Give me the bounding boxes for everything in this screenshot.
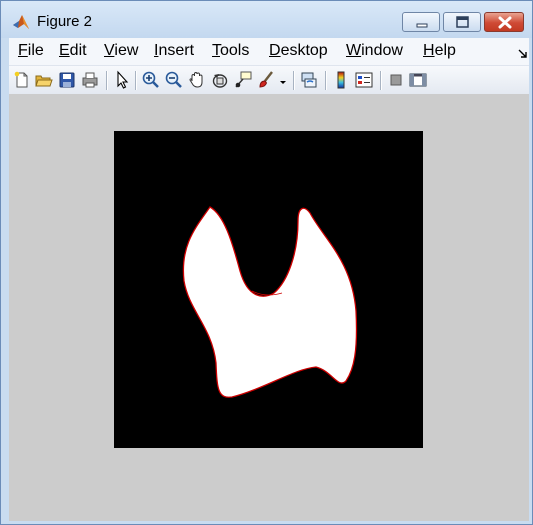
menu-view[interactable]: View xyxy=(104,42,138,60)
figure-canvas[interactable] xyxy=(9,94,529,521)
window-title: Figure 2 xyxy=(37,13,93,30)
figure-window: Figure 2 File Edit View Insert Tools Des… xyxy=(0,0,533,525)
menu-help[interactable]: Help xyxy=(423,42,456,60)
insert-legend-icon[interactable] xyxy=(354,70,374,90)
dock-arrow-icon[interactable] xyxy=(518,45,528,58)
pan-icon[interactable] xyxy=(187,70,207,90)
open-file-icon[interactable] xyxy=(34,70,54,90)
toolbar-separator xyxy=(106,71,107,90)
rotate-3d-icon[interactable] xyxy=(210,70,230,90)
zoom-out-icon[interactable] xyxy=(164,70,184,90)
hide-plot-tools-icon[interactable] xyxy=(386,70,406,90)
toolbar-separator xyxy=(293,71,294,90)
menu-edit[interactable]: Edit xyxy=(59,42,87,60)
menu-tools[interactable]: Tools xyxy=(212,42,249,60)
edit-plot-icon[interactable] xyxy=(112,70,132,90)
figure-toolbar xyxy=(9,65,529,94)
data-cursor-icon[interactable] xyxy=(233,70,253,90)
show-plot-tools-icon[interactable] xyxy=(408,70,428,90)
link-plot-icon[interactable] xyxy=(299,70,319,90)
toolbar-separator xyxy=(135,71,136,90)
close-icon xyxy=(498,16,512,29)
menu-desktop[interactable]: Desktop xyxy=(269,42,328,60)
menu-bar: File Edit View Insert Tools Desktop Wind… xyxy=(9,38,529,65)
new-figure-icon[interactable] xyxy=(12,70,32,90)
close-button[interactable] xyxy=(484,12,524,32)
segmented-shape-image xyxy=(114,131,423,448)
minimize-button[interactable] xyxy=(402,12,440,32)
toolbar-separator xyxy=(325,71,326,90)
image-axes[interactable] xyxy=(114,131,423,448)
toolbar-separator xyxy=(380,71,381,90)
save-figure-icon[interactable] xyxy=(57,70,77,90)
print-figure-icon[interactable] xyxy=(80,70,100,90)
title-bar[interactable]: Figure 2 xyxy=(1,1,532,38)
maximize-icon xyxy=(456,16,469,28)
menu-insert[interactable]: Insert xyxy=(154,42,194,60)
insert-colorbar-icon[interactable] xyxy=(331,70,351,90)
menu-file[interactable]: File xyxy=(18,42,44,60)
maximize-button[interactable] xyxy=(443,12,481,32)
minimize-icon xyxy=(416,23,428,28)
matlab-icon xyxy=(12,13,30,31)
zoom-in-icon[interactable] xyxy=(141,70,161,90)
brush-icon[interactable] xyxy=(256,70,276,90)
menu-window[interactable]: Window xyxy=(346,42,403,60)
brush-dropdown-icon[interactable] xyxy=(278,70,288,90)
